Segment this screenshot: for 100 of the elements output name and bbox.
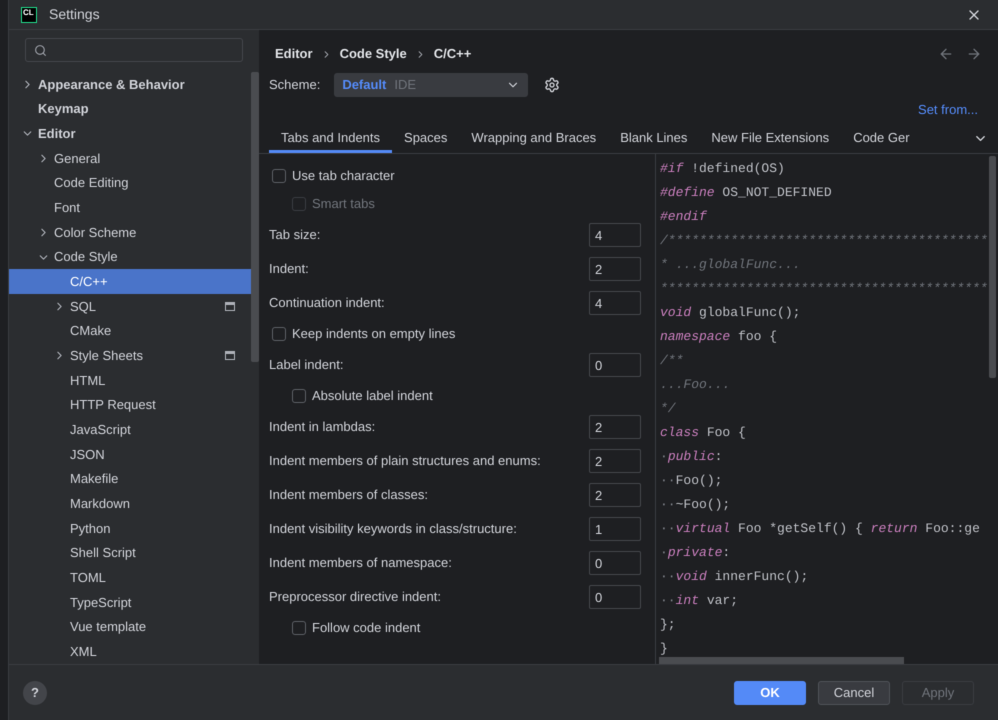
code-line: ·public:	[660, 448, 722, 466]
tree-label: Keymap	[38, 100, 89, 118]
tree-label: Style Sheets	[70, 346, 143, 365]
set-from-link[interactable]: Set from...	[918, 100, 978, 118]
tree-item[interactable]: Editor	[9, 121, 251, 146]
app-logo: CL	[21, 6, 37, 22]
tree-item[interactable]: Shell Script	[9, 540, 251, 566]
tree-item[interactable]: HTTP Request	[9, 392, 251, 418]
tab[interactable]: Code Ger	[841, 125, 922, 153]
checkbox-label: Use tab character	[292, 167, 395, 186]
code-line: ··Foo();	[660, 472, 722, 490]
tree-label: Appearance & Behavior	[38, 76, 185, 94]
tree-label: Code Style	[54, 248, 118, 266]
tab[interactable]: New File Extensions	[699, 125, 842, 153]
code-line: */	[660, 400, 676, 418]
tree-item[interactable]: HTML	[9, 368, 251, 393]
search-icon	[34, 44, 47, 56]
code-line: namespace foo {	[660, 328, 778, 346]
number-field[interactable]: 2	[589, 449, 641, 473]
tree-item[interactable]: SQL	[9, 294, 251, 319]
tree-label: General	[54, 150, 100, 168]
checkbox[interactable]	[292, 389, 306, 403]
tree-item[interactable]: XML	[9, 639, 251, 664]
number-field[interactable]: 2	[589, 257, 641, 281]
number-field[interactable]: 2	[589, 415, 641, 439]
vertical-scrollbar[interactable]	[989, 156, 996, 378]
tree-item[interactable]: TOML	[9, 565, 251, 590]
search-field[interactable]	[25, 38, 243, 62]
code-line: ...Foo...	[660, 376, 730, 394]
checkbox-label: Absolute label indent	[312, 387, 433, 406]
tree-item[interactable]: JavaScript	[9, 417, 251, 442]
checkbox[interactable]	[272, 327, 286, 341]
code-line: ··void innerFunc();	[660, 568, 808, 586]
tree-item[interactable]: Code Style	[9, 244, 251, 270]
tree-item[interactable]: Keymap	[9, 96, 251, 122]
tree-item[interactable]: Font	[9, 195, 251, 220]
tree-item[interactable]: Appearance & Behavior	[9, 72, 251, 97]
tree-item[interactable]: Color Scheme	[9, 220, 251, 245]
help-button[interactable]: ?	[23, 680, 47, 704]
tab[interactable]: Wrapping and Braces	[459, 125, 608, 153]
tree-label: XML	[70, 643, 97, 662]
tree-label: Python	[70, 520, 110, 538]
tree-label: JSON	[70, 446, 105, 464]
code-line: ··~Foo();	[660, 496, 730, 514]
tree-item[interactable]: Makefile	[9, 466, 251, 492]
code-line: };	[660, 616, 676, 634]
code-line: ******************************************	[660, 280, 988, 298]
scrollbar[interactable]	[251, 72, 259, 362]
option-label: Indent members of namespace:	[269, 554, 452, 572]
tree-label: HTTP Request	[70, 396, 156, 414]
tree-label: HTML	[70, 372, 106, 390]
tree-label: CMake	[70, 322, 112, 340]
tree-item[interactable]: TypeScript	[9, 590, 251, 615]
dialog-button[interactable]: Cancel	[818, 680, 890, 704]
tree-label: Code Editing	[54, 174, 128, 192]
checkbox[interactable]	[292, 621, 306, 635]
tree-item[interactable]: Python	[9, 516, 251, 541]
number-field[interactable]: 0	[589, 585, 641, 609]
tree-item[interactable]: C/C++	[9, 269, 251, 294]
code-line: /**	[660, 352, 684, 370]
horizontal-scrollbar[interactable]	[659, 657, 904, 664]
tree-label: Makefile	[70, 470, 118, 488]
code-line: class Foo {	[660, 424, 746, 442]
tree-item[interactable]: CMake	[9, 318, 251, 344]
number-field[interactable]: 0	[589, 551, 641, 575]
number-field[interactable]: 4	[589, 223, 641, 247]
tab[interactable]: Blank Lines	[608, 125, 700, 153]
checkbox-label: Smart tabs	[312, 195, 375, 214]
scheme-label: Scheme:	[269, 76, 320, 94]
number-field[interactable]: 4	[589, 291, 641, 315]
number-field[interactable]: 1	[589, 517, 641, 541]
number-field[interactable]: 2	[589, 483, 641, 507]
tree-item[interactable]: Markdown	[9, 491, 251, 516]
breadcrumb-item[interactable]: Editor	[275, 44, 313, 64]
tree-label: TypeScript	[70, 594, 132, 612]
breadcrumb-item[interactable]: Code Style	[340, 44, 407, 64]
breadcrumb-item[interactable]: C/C++	[434, 44, 472, 64]
checkbox-label: Keep indents on empty lines	[292, 325, 456, 344]
code-line: ··int var;	[660, 592, 738, 610]
settings-icon[interactable]	[544, 77, 560, 93]
tree-item[interactable]: General	[9, 146, 251, 171]
option-label: Indent:	[269, 260, 309, 278]
option-label: Tab size:	[269, 226, 320, 244]
tree-item[interactable]: JSON	[9, 442, 251, 467]
code-line: /*****************************************	[660, 232, 988, 250]
tree-label: C/C++	[70, 272, 108, 291]
tree-label: Editor	[38, 124, 76, 143]
tree-item[interactable]: Vue template	[9, 614, 251, 640]
tab[interactable]: Spaces	[392, 125, 460, 153]
option-label: Preprocessor directive indent:	[269, 588, 441, 606]
tree-item[interactable]: Code Editing	[9, 170, 251, 196]
code-line: }	[660, 640, 668, 658]
tab[interactable]: Tabs and Indents	[269, 125, 392, 153]
option-label: Indent members of classes:	[269, 486, 428, 504]
number-field[interactable]: 0	[589, 353, 641, 377]
option-label: Indent in lambdas:	[269, 418, 376, 436]
option-label: Continuation indent:	[269, 294, 385, 312]
tree-label: Color Scheme	[54, 224, 136, 242]
checkbox[interactable]	[272, 169, 286, 183]
tree-item[interactable]: Style Sheets	[9, 343, 251, 368]
